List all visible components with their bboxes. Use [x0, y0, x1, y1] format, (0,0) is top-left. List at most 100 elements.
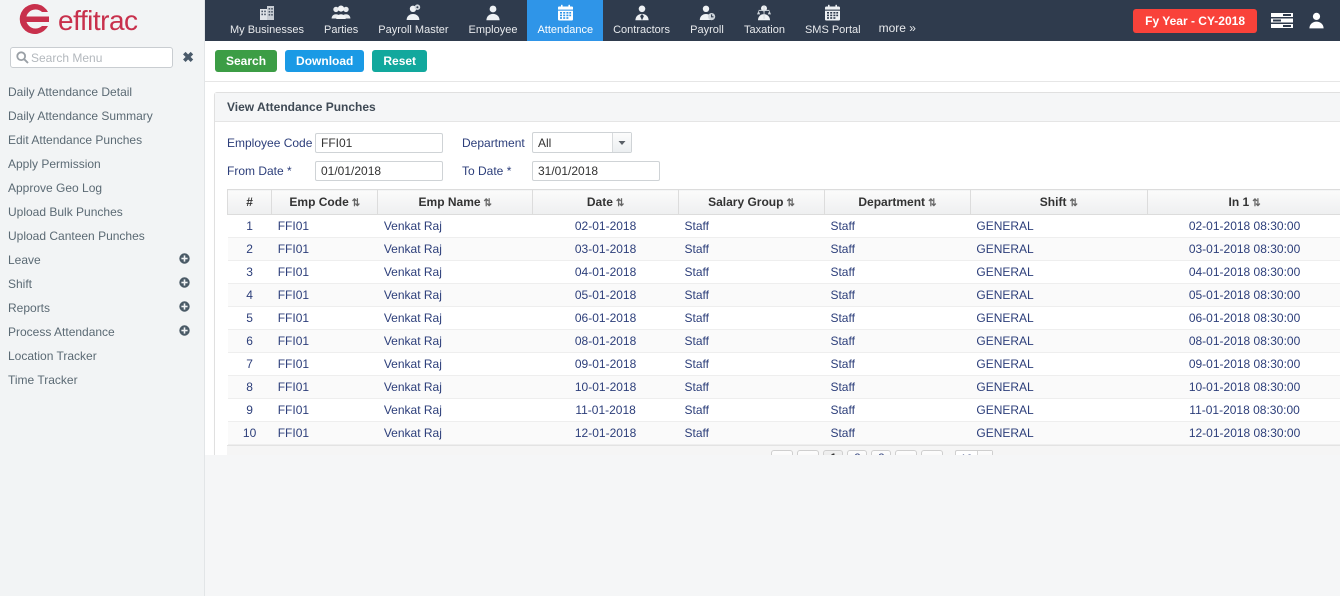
nav-more-button[interactable]: more »	[871, 21, 924, 41]
column-header-emp-code[interactable]: Emp Code ⇅	[271, 189, 379, 215]
sidebar-item-upload-canteen-punches[interactable]: Upload Canteen Punches	[0, 224, 204, 248]
table-row[interactable]: 8 FFI01 Venkat Raj 10-01-2018 Staff Staf…	[227, 375, 1340, 399]
reset-button[interactable]: Reset	[372, 50, 428, 72]
sidebar-item-daily-attendance-summary[interactable]: Daily Attendance Summary	[0, 104, 204, 128]
column-header-label: Department	[858, 195, 926, 209]
sidebar-item-process-attendance[interactable]: Process Attendance	[0, 320, 204, 344]
cell-emp-code: FFI01	[271, 398, 378, 422]
table-row[interactable]: 1 FFI01 Venkat Raj 02-01-2018 Staff Staf…	[227, 214, 1340, 238]
cell-shift: GENERAL	[970, 352, 1148, 376]
nav-item-employee[interactable]: Employee	[459, 0, 528, 41]
cell-shift: GENERAL	[970, 260, 1148, 284]
nav-item-payroll-master[interactable]: Payroll Master	[368, 0, 458, 41]
to-date-input[interactable]	[532, 161, 660, 181]
chevron-down-icon[interactable]	[612, 133, 631, 152]
column-header-index[interactable]: #	[227, 189, 273, 215]
close-icon[interactable]: ✖	[182, 49, 194, 66]
sort-icon[interactable]: ⇅	[352, 198, 360, 209]
person-icon	[484, 3, 502, 22]
sort-icon[interactable]: ⇅	[616, 198, 624, 209]
sidebar-item-apply-permission[interactable]: Apply Permission	[0, 152, 204, 176]
from-date-input[interactable]	[315, 161, 443, 181]
column-header-department[interactable]: Department ⇅	[824, 189, 971, 215]
cell-in-1: 03-01-2018 08:30:00	[1147, 237, 1340, 261]
nav-item-taxation[interactable]: Taxation	[734, 0, 795, 41]
cell-salary-group: Staff	[678, 352, 825, 376]
cell-department: Staff	[824, 283, 971, 307]
cell-department: Staff	[824, 237, 971, 261]
plus-circle-icon[interactable]	[179, 301, 190, 315]
sidebar-item-edit-attendance-punches[interactable]: Edit Attendance Punches	[0, 128, 204, 152]
sort-icon[interactable]: ⇅	[928, 198, 936, 209]
sidebar-item-label: Time Tracker	[8, 373, 78, 387]
cell-department: Staff	[824, 260, 971, 284]
sidebar-item-time-tracker[interactable]: Time Tracker	[0, 368, 204, 392]
sidebar-item-label: Leave	[8, 253, 41, 267]
nav-item-label: My Businesses	[230, 24, 304, 36]
brand-logo[interactable]: effitrac	[0, 0, 204, 41]
sidebar-item-label: Edit Attendance Punches	[8, 133, 143, 147]
column-header-label: #	[246, 195, 253, 209]
search-input[interactable]	[11, 50, 173, 65]
building-icon	[258, 3, 276, 22]
search-box[interactable]	[10, 47, 174, 68]
nav-item-contractors[interactable]: Contractors	[603, 0, 680, 41]
sort-icon[interactable]: ⇅	[786, 198, 794, 209]
sort-icon[interactable]: ⇅	[1252, 198, 1260, 209]
nav-item-payroll[interactable]: Payroll	[680, 0, 734, 41]
download-button[interactable]: Download	[285, 50, 365, 72]
cell-emp-code: FFI01	[271, 329, 378, 353]
table-row[interactable]: 10 FFI01 Venkat Raj 12-01-2018 Staff Sta…	[227, 421, 1340, 445]
nav-item-sms-portal[interactable]: SMS Portal	[795, 0, 871, 41]
sidebar-item-shift[interactable]: Shift	[0, 272, 204, 296]
department-label: Department	[462, 135, 525, 150]
employee-code-label: Employee Code	[227, 135, 313, 150]
sidebar-item-upload-bulk-punches[interactable]: Upload Bulk Punches	[0, 200, 204, 224]
fy-year-badge[interactable]: Fy Year - CY-2018	[1133, 8, 1257, 33]
table-row[interactable]: 5 FFI01 Venkat Raj 06-01-2018 Staff Staf…	[227, 306, 1340, 330]
cell-emp-name: Venkat Raj	[377, 260, 533, 284]
sidebar-item-location-tracker[interactable]: Location Tracker	[0, 344, 204, 368]
table-row[interactable]: 2 FFI01 Venkat Raj 03-01-2018 Staff Staf…	[227, 237, 1340, 261]
sort-icon[interactable]: ⇅	[484, 198, 492, 209]
cell-shift: GENERAL	[970, 306, 1148, 330]
cell-department: Staff	[824, 375, 971, 399]
column-header-in-1[interactable]: In 1 ⇅	[1147, 189, 1340, 215]
table-row[interactable]: 4 FFI01 Venkat Raj 05-01-2018 Staff Staf…	[227, 283, 1340, 307]
table-row[interactable]: 3 FFI01 Venkat Raj 04-01-2018 Staff Staf…	[227, 260, 1340, 284]
sidebar-item-approve-geo-log[interactable]: Approve Geo Log	[0, 176, 204, 200]
sidebar-item-reports[interactable]: Reports	[0, 296, 204, 320]
search-button[interactable]: Search	[215, 50, 278, 72]
employee-code-input[interactable]	[315, 132, 443, 153]
column-header-salary-group[interactable]: Salary Group ⇅	[678, 189, 825, 215]
column-header-label: In 1	[1228, 195, 1250, 209]
cell-emp-code: FFI01	[271, 214, 378, 238]
plus-circle-icon[interactable]	[179, 253, 190, 267]
table-row[interactable]: 9 FFI01 Venkat Raj 11-01-2018 Staff Staf…	[227, 398, 1340, 422]
department-select[interactable]: All	[532, 132, 632, 153]
top-navigation-bar: My Businesses Parties Payroll Master Emp…	[205, 0, 1340, 41]
list-view-icon[interactable]	[1271, 12, 1293, 29]
sidebar-item-leave[interactable]: Leave	[0, 248, 204, 272]
nav-item-parties[interactable]: Parties	[314, 0, 368, 41]
plus-circle-icon[interactable]	[179, 277, 190, 291]
cell-emp-name: Venkat Raj	[377, 421, 533, 445]
column-header-date[interactable]: Date ⇅	[532, 189, 680, 215]
user-account-icon[interactable]	[1307, 11, 1326, 30]
sidebar-item-daily-attendance-detail[interactable]: Daily Attendance Detail	[0, 80, 204, 104]
cell-in-1: 06-01-2018 08:30:00	[1147, 306, 1340, 330]
column-header-emp-name[interactable]: Emp Name ⇅	[377, 189, 534, 215]
cell-in-1: 12-01-2018 08:30:00	[1147, 421, 1340, 445]
cell-salary-group: Staff	[678, 421, 825, 445]
column-header-shift[interactable]: Shift ⇅	[970, 189, 1148, 215]
table-row[interactable]: 7 FFI01 Venkat Raj 09-01-2018 Staff Staf…	[227, 352, 1340, 376]
cell-emp-name: Venkat Raj	[377, 329, 533, 353]
table-row[interactable]: 6 FFI01 Venkat Raj 08-01-2018 Staff Staf…	[227, 329, 1340, 353]
cell-department: Staff	[824, 329, 971, 353]
sidebar-item-label: Location Tracker	[8, 349, 97, 363]
nav-item-my-businesses[interactable]: My Businesses	[220, 0, 314, 41]
nav-item-attendance[interactable]: Attendance	[527, 0, 604, 41]
sort-icon[interactable]: ⇅	[1069, 198, 1077, 209]
cell-index: 7	[227, 352, 272, 376]
plus-circle-icon[interactable]	[179, 325, 190, 339]
